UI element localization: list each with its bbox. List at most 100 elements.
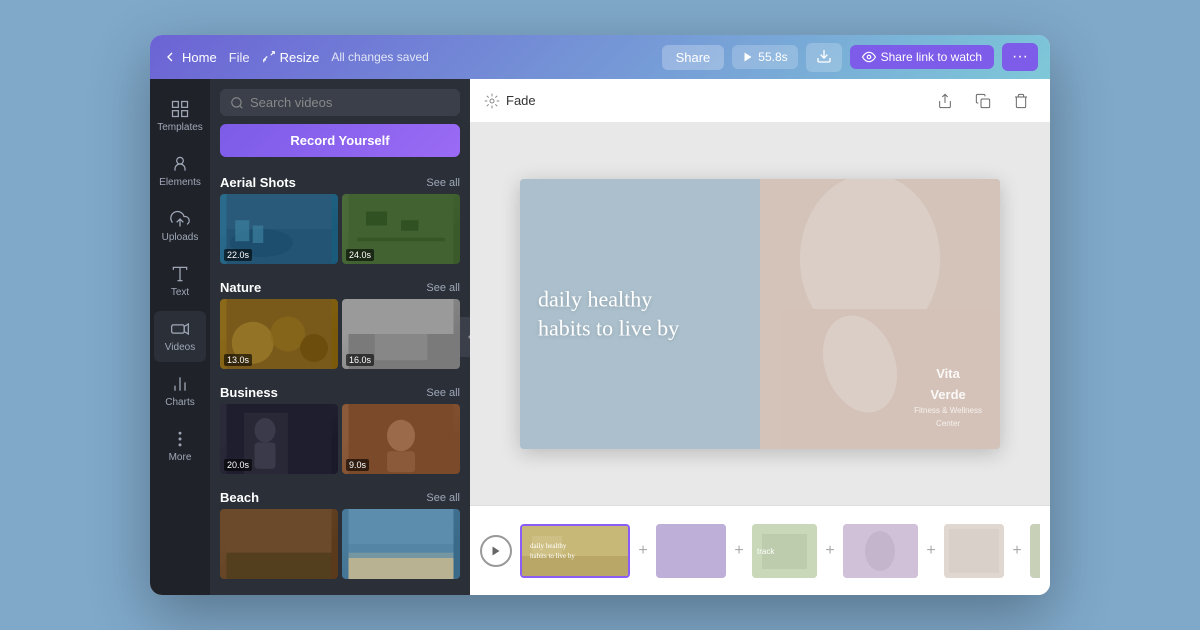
timeline-play-button[interactable] [480,535,512,567]
beach-video-1[interactable] [220,509,338,579]
timeline-clip-5[interactable] [944,524,1004,578]
canvas-slide[interactable]: daily healthyhabits to live by VitaVerde… [520,179,1000,449]
share-button[interactable]: Share [662,45,725,70]
clip-5-thumbnail [944,524,1004,578]
sidebar-item-text[interactable]: Text [154,256,206,307]
clip-1-thumbnail: daily healthy habits to live by [522,526,630,578]
timeline-add-4[interactable]: + [921,541,941,561]
nature-video-1-duration: 13.0s [224,354,252,366]
play-button[interactable]: 55.8s [732,45,797,69]
business-video-grid: 20.0s 9.0s [210,404,470,482]
record-button[interactable]: Record Yourself [220,124,460,157]
nature-video-2-duration: 16.0s [346,354,374,366]
transition-icon [484,93,500,109]
beach-video-2[interactable] [342,509,460,579]
chart-icon [170,374,190,394]
beach-section-header: Beach See all [210,482,470,509]
trash-icon [1013,93,1029,109]
text-icon [170,264,190,284]
sidebar-item-uploads[interactable]: Uploads [154,201,206,252]
timeline-add-3[interactable]: + [820,541,840,561]
timeline-clip-2[interactable] [656,524,726,578]
beach-see-all[interactable]: See all [426,492,460,504]
timeline-add-1[interactable]: + [633,541,653,561]
slide-brand: VitaVerde Fitness & WellnessCenter [914,364,982,431]
nature-title: Nature [220,280,261,295]
svg-text:daily healthy: daily healthy [530,542,567,550]
grid-icon [170,99,190,119]
clip-4-thumbnail [843,524,918,578]
copy-canvas-button[interactable] [968,86,998,116]
beach-thumb-2-img [342,509,460,579]
aerial-video-1-duration: 22.0s [224,249,252,261]
business-video-1[interactable]: 20.0s [220,404,338,474]
brand-name: VitaVerde [914,364,982,406]
business-see-all[interactable]: See all [426,387,460,399]
sidebar-text-label: Text [171,287,189,299]
search-icon [230,96,244,110]
aerial-video-1[interactable]: 22.0s [220,194,338,264]
search-input[interactable] [250,95,450,110]
clip-6-thumbnail [1030,524,1040,578]
svg-text:track: track [757,547,775,556]
panel-search-area [210,79,470,124]
share-canvas-button[interactable] [930,86,960,116]
sidebar-charts-label: Charts [165,397,194,409]
sidebar-item-templates[interactable]: Templates [154,91,206,142]
canvas-toolbar: Fade [470,79,1050,123]
sidebar-item-elements[interactable]: Elements [154,146,206,197]
slide-background: daily healthyhabits to live by VitaVerde… [520,179,1000,449]
nature-video-grid: 13.0s 16.0s [210,299,470,377]
topbar: Home File Resize All changes saved Share [150,35,1050,79]
timeline-add-5[interactable]: + [1007,541,1027,561]
sidebar: Templates Elements Uploads [150,79,210,595]
aerial-video-2[interactable]: 24.0s [342,194,460,264]
timeline-add-2[interactable]: + [729,541,749,561]
beach-title: Beach [220,490,259,505]
timeline-clip-3[interactable]: track [752,524,817,578]
slide-headline: daily healthyhabits to live by [538,285,738,342]
business-video-2-duration: 9.0s [346,459,369,471]
sidebar-item-more[interactable]: More [154,421,206,472]
more-options-button[interactable]: ··· [1002,43,1038,71]
aerial-see-all[interactable]: See all [426,177,460,189]
aerial-video-grid: 22.0s 24.0s [210,194,470,272]
panel-collapse-button[interactable] [460,317,470,357]
file-menu[interactable]: File [229,50,250,65]
download-button[interactable] [806,43,842,72]
canvas-workspace: daily healthyhabits to live by VitaVerde… [470,123,1050,505]
timeline-track: daily healthy habits to live by + + [520,521,1040,581]
nature-video-2[interactable]: 16.0s [342,299,460,369]
business-section-header: Business See all [210,377,470,404]
nature-video-1[interactable]: 13.0s [220,299,338,369]
more-icon [170,429,190,449]
chevron-left-icon [162,49,178,65]
sidebar-more-label: More [169,452,192,464]
delete-canvas-button[interactable] [1006,86,1036,116]
upload-icon [170,209,190,229]
nature-see-all[interactable]: See all [426,282,460,294]
timeline-clip-1[interactable]: daily healthy habits to live by [520,524,630,578]
main-content: Templates Elements Uploads [150,79,1050,595]
business-video-1-duration: 20.0s [224,459,252,471]
sidebar-videos-label: Videos [165,342,195,354]
beach-thumb-1-img [220,509,338,579]
timeline-play-icon [490,545,502,557]
share-icon [937,93,953,109]
resize-label: Resize [280,50,320,65]
sidebar-item-charts[interactable]: Charts [154,366,206,417]
search-box[interactable] [220,89,460,116]
back-button[interactable]: Home [162,49,217,65]
save-status: All changes saved [331,50,428,64]
chevron-left-icon [465,332,470,342]
share-watch-label: Share link to watch [881,50,982,64]
share-watch-button[interactable]: Share link to watch [850,45,994,69]
resize-button[interactable]: Resize [262,50,320,65]
clip-2-thumbnail [656,524,726,578]
timeline-clip-6[interactable] [1030,524,1040,578]
topbar-left: Home File Resize All changes saved [162,49,654,65]
sidebar-item-videos[interactable]: Videos [154,311,206,362]
timeline-clip-4[interactable] [843,524,918,578]
timeline: daily healthy habits to live by + + [470,505,1050,595]
business-video-2[interactable]: 9.0s [342,404,460,474]
